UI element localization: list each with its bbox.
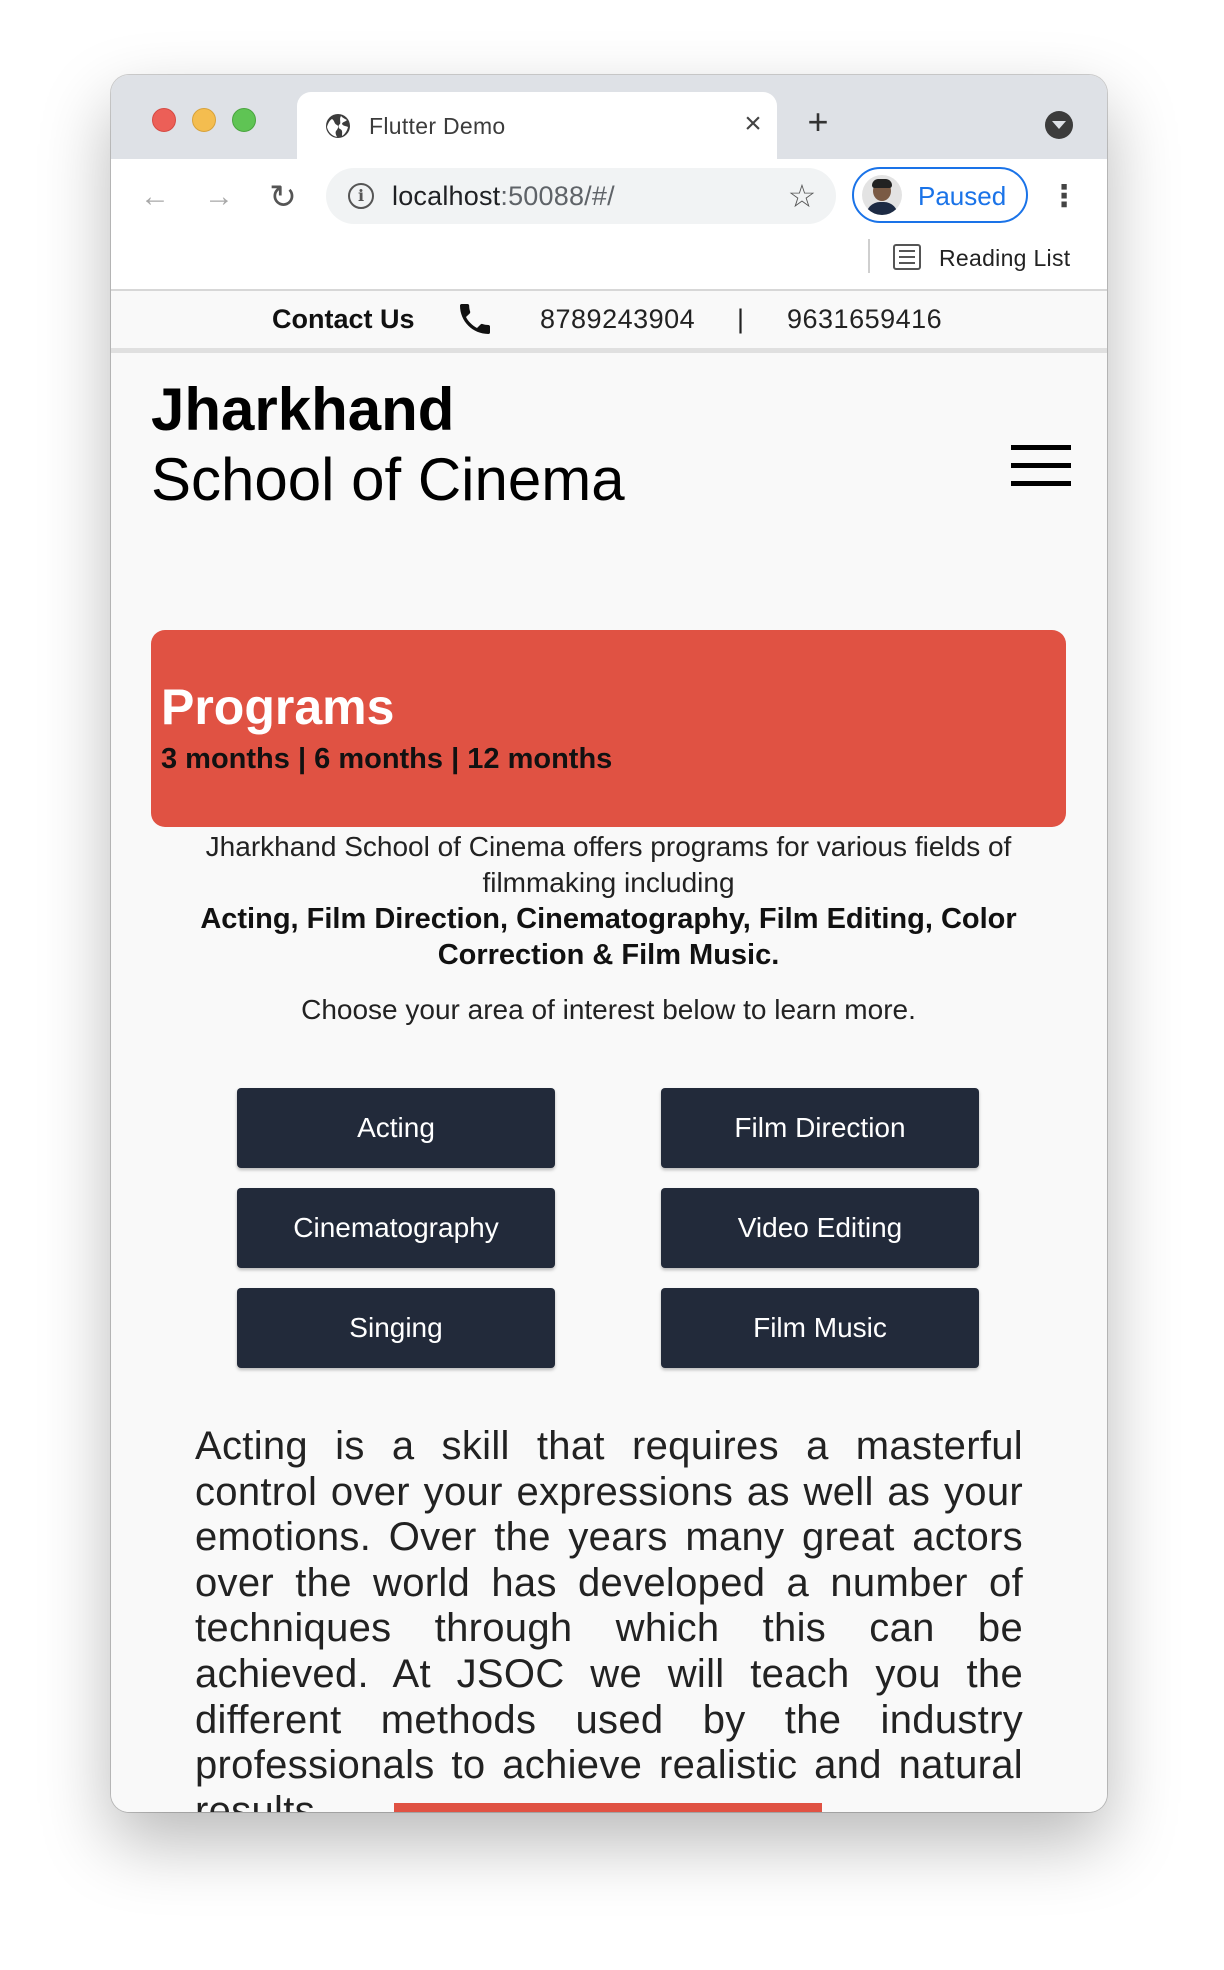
reading-list-button[interactable]: Reading List xyxy=(939,244,1070,272)
bookmarks-divider xyxy=(868,239,870,273)
url-path: :50088/#/ xyxy=(500,181,615,211)
brand-subtitle: School of Cinema xyxy=(151,446,625,513)
tab-flutter-demo[interactable]: Flutter Demo × xyxy=(297,92,777,159)
film-music-button[interactable]: Film Music xyxy=(661,1288,979,1368)
bookmark-star-icon[interactable]: ☆ xyxy=(784,178,820,214)
new-tab-button[interactable]: + xyxy=(801,104,835,140)
programs-banner: Programs 3 months | 6 months | 12 months xyxy=(151,630,1066,827)
more-menu-icon[interactable]: ⋮ xyxy=(1049,177,1079,217)
browser-toolbar: ← → ↻ i localhost:50088/#/ ☆ Paused ⋮ xyxy=(111,159,1107,235)
minimize-window-button[interactable] xyxy=(192,108,216,132)
zoom-window-button[interactable] xyxy=(232,108,256,132)
accent-bar xyxy=(394,1803,822,1812)
contact-bar: Contact Us 8789243904 | 9631659416 xyxy=(111,291,1107,353)
address-bar[interactable]: i localhost:50088/#/ ☆ xyxy=(326,168,836,224)
acting-button[interactable]: Acting xyxy=(237,1088,555,1168)
back-arrow-icon[interactable]: ← xyxy=(137,179,173,215)
phone-number-2[interactable]: 9631659416 xyxy=(787,302,942,336)
browser-window: Flutter Demo × + ← → ↻ i localhost:50088… xyxy=(111,75,1107,1812)
singing-button[interactable]: Singing xyxy=(237,1288,555,1368)
film-direction-button[interactable]: Film Direction xyxy=(661,1088,979,1168)
close-tab-icon[interactable]: × xyxy=(737,108,769,140)
reload-icon[interactable]: ↻ xyxy=(265,179,301,215)
tab-title: Flutter Demo xyxy=(369,113,506,139)
phone-icon xyxy=(460,304,490,334)
contact-us-label: Contact Us xyxy=(272,304,415,334)
bookmarks-bar: Reading List xyxy=(111,235,1107,291)
info-icon[interactable]: i xyxy=(348,183,374,209)
web-page: Contact Us 8789243904 | 9631659416 Jhark… xyxy=(111,291,1107,1812)
brand-title: Jharkhand xyxy=(151,376,455,443)
programs-durations: 3 months | 6 months | 12 months xyxy=(161,743,613,775)
hamburger-menu-icon[interactable] xyxy=(1011,445,1071,487)
phone-separator: | xyxy=(737,304,745,334)
area-description: Acting is a skill that requires a master… xyxy=(195,1424,1023,1812)
close-window-button[interactable] xyxy=(152,108,176,132)
url-host: localhost xyxy=(392,181,501,211)
avatar xyxy=(862,175,902,215)
choose-area-text: Choose your area of interest below to le… xyxy=(301,994,916,1025)
phone-number-1[interactable]: 8789243904 xyxy=(540,302,695,336)
profile-status: Paused xyxy=(918,181,1007,211)
programs-intro: Jharkhand School of Cinema offers progra… xyxy=(205,831,1012,898)
tab-search-icon[interactable] xyxy=(1045,111,1073,139)
programs-title: Programs xyxy=(161,679,395,735)
tab-strip: Flutter Demo × + xyxy=(111,75,1107,159)
programs-fields: Acting, Film Direction, Cinematography, … xyxy=(200,903,1017,971)
profile-button[interactable]: Paused xyxy=(852,167,1028,223)
url-text[interactable]: localhost:50088/#/ xyxy=(392,181,615,211)
cinematography-button[interactable]: Cinematography xyxy=(237,1188,555,1268)
video-editing-button[interactable]: Video Editing xyxy=(661,1188,979,1268)
reading-list-icon[interactable] xyxy=(893,244,921,270)
forward-arrow-icon[interactable]: → xyxy=(201,179,237,215)
globe-icon xyxy=(326,114,350,138)
